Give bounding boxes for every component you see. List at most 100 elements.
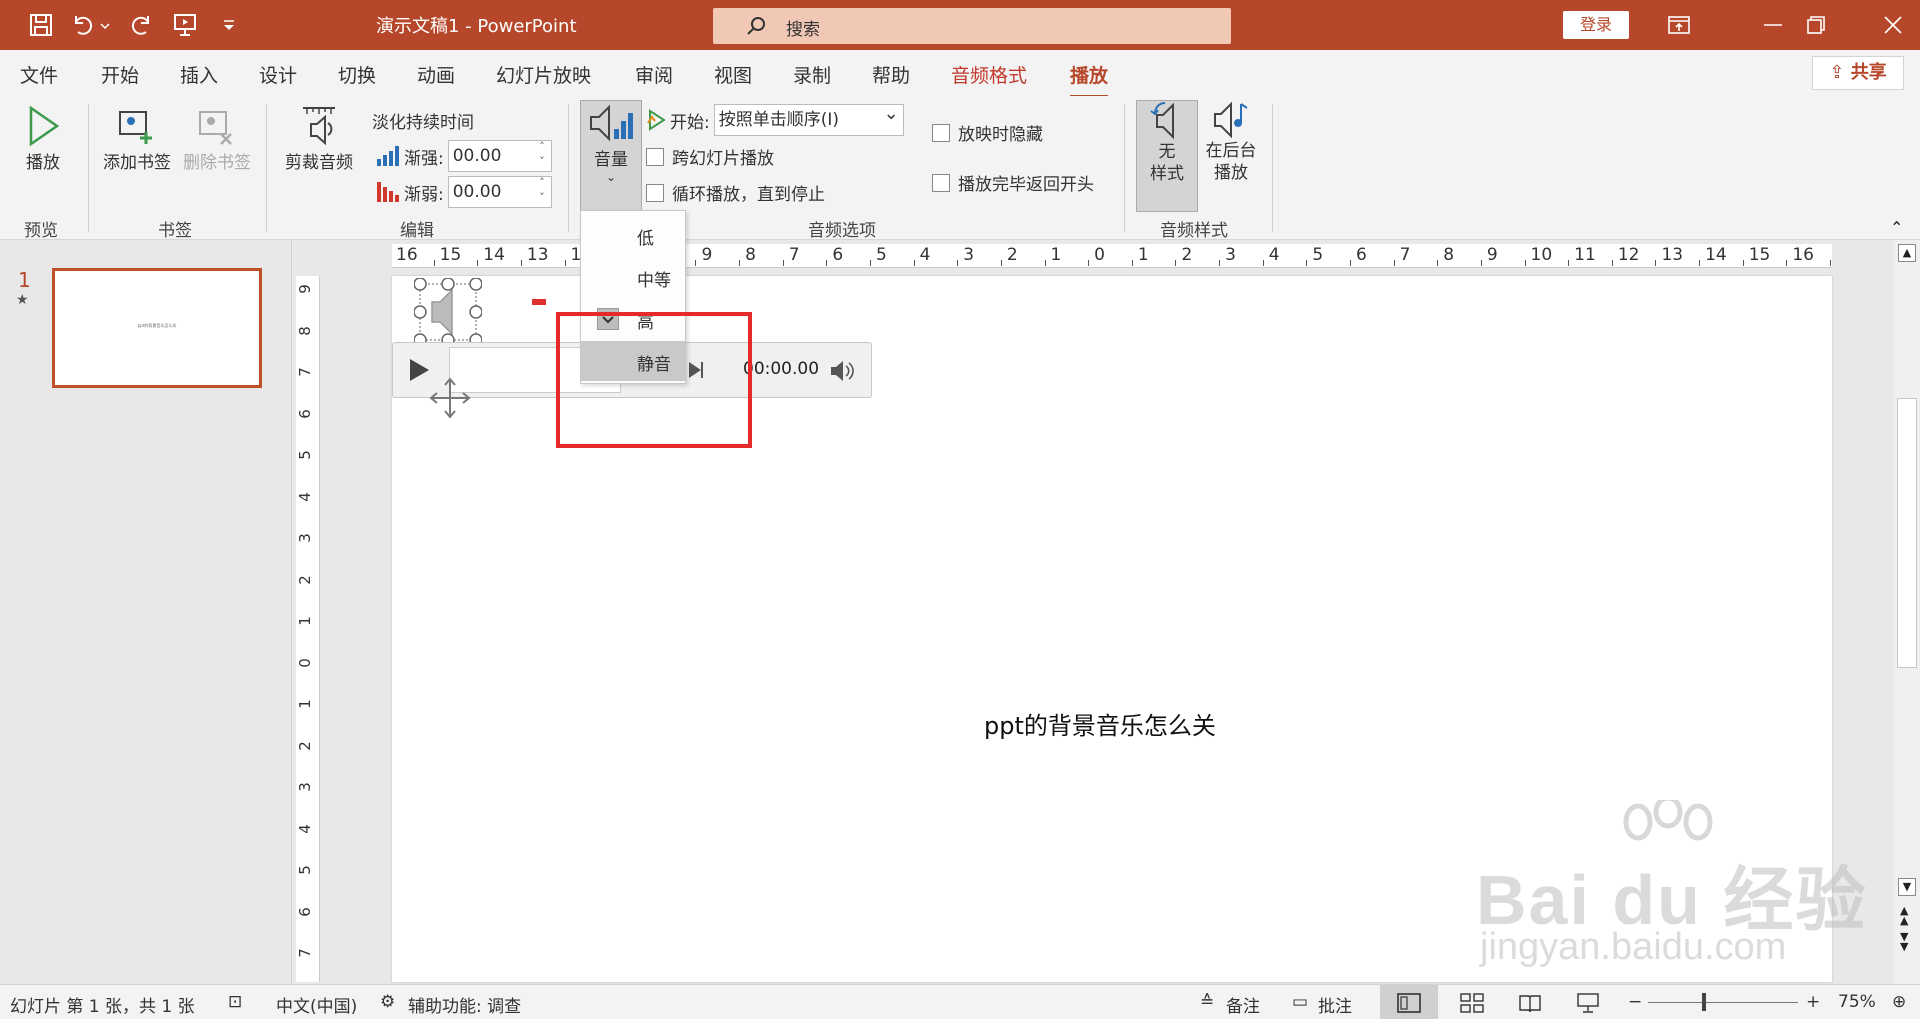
vertical-scrollbar[interactable]: ▲ ▼ ▲ ▲ ▼ ▼ — [1894, 240, 1920, 984]
tab-help[interactable]: 帮助 — [872, 61, 910, 88]
player-volume-icon[interactable] — [829, 359, 855, 383]
language-status[interactable]: 中文(中国) — [276, 992, 357, 1017]
audio-object-icon[interactable] — [414, 278, 482, 346]
ruler-tick-label: 0 — [296, 657, 314, 668]
group-separator — [266, 104, 267, 232]
highlight-annotation-box — [556, 312, 752, 448]
save-icon[interactable] — [28, 12, 54, 38]
zoom-level[interactable]: 75% — [1838, 992, 1876, 1012]
zoom-slider[interactable] — [1648, 1002, 1798, 1003]
rewind-checkbox[interactable] — [932, 173, 950, 192]
notes-icon: ≙ — [1200, 992, 1215, 1012]
restore-icon[interactable] — [1803, 12, 1829, 38]
ruler-tick-label: 16 — [1792, 245, 1814, 265]
tab-transitions[interactable]: 切换 — [338, 61, 376, 88]
hide-during-show-row[interactable]: 放映时隐藏 — [932, 120, 1043, 145]
hide-during-show-checkbox[interactable] — [932, 123, 950, 142]
redo-icon[interactable] — [128, 12, 154, 38]
fade-in-spinner[interactable]: 00.00 — [447, 139, 552, 172]
tab-record[interactable]: 录制 — [793, 61, 831, 88]
start-select[interactable]: 按照单击顺序(I) — [713, 99, 904, 136]
accessibility-status[interactable]: 辅助功能: 调查 — [408, 992, 521, 1017]
collapse-ribbon-icon[interactable]: ⌃ — [1890, 218, 1903, 237]
share-label: 共享 — [1850, 62, 1887, 83]
fit-to-window-icon[interactable]: ⊕ — [1892, 992, 1906, 1012]
scroll-thumb[interactable] — [1897, 398, 1917, 668]
add-bookmark-button[interactable]: 添加书签 — [98, 108, 176, 173]
minimize-icon[interactable] — [1760, 12, 1786, 38]
remove-bookmark-button[interactable]: 删除书签 — [178, 108, 256, 173]
tab-insert[interactable]: 插入 — [180, 61, 218, 88]
tab-review[interactable]: 审阅 — [635, 61, 673, 88]
tab-audio-format[interactable]: 音频格式 — [951, 61, 1027, 88]
share-button[interactable]: ⇪ 共享 — [1812, 56, 1904, 90]
search-box[interactable]: 搜索 — [713, 8, 1231, 44]
vertical-ruler: 9 8 7 6 5 4 3 2 1 0 1 2 3 4 5 6 7 — [296, 276, 320, 982]
loop-row[interactable]: 循环播放，直到停止 — [646, 180, 825, 205]
player-play-icon[interactable] — [407, 357, 431, 383]
rewind-row[interactable]: 播放完毕返回开头 — [932, 170, 1094, 195]
tab-file[interactable]: 文件 — [20, 61, 58, 88]
volume-option-medium-label: 中等 — [637, 271, 671, 291]
cross-slides-row[interactable]: 跨幻灯片播放 — [646, 144, 774, 169]
ruler-tick-label: 14 — [483, 245, 505, 265]
trim-audio-button[interactable]: 剪裁音频 — [280, 102, 358, 173]
ruler-tick-mark — [695, 260, 697, 266]
tab-design[interactable]: 设计 — [259, 61, 297, 88]
fade-out-row: 渐弱: 00.00 — [376, 175, 552, 208]
tab-slideshow[interactable]: 幻灯片放映 — [496, 61, 591, 88]
tab-playback[interactable]: 播放 — [1070, 61, 1109, 98]
ruler-tick-label: 3 — [296, 533, 314, 543]
no-style-label-1: 无 — [1158, 142, 1176, 162]
ruler-tick-mark — [1830, 260, 1831, 266]
ruler-tick-mark — [739, 260, 741, 266]
previous-slide-icon[interactable]: ▲ ▲ — [1900, 905, 1908, 926]
no-style-button[interactable]: 无 样式 — [1136, 100, 1198, 212]
scroll-down-icon[interactable]: ▼ — [1898, 878, 1916, 896]
zoom-slider-thumb[interactable] — [1702, 993, 1706, 1011]
play-in-background-button[interactable]: 在后台 播放 — [1200, 100, 1262, 184]
fade-in-label: 渐强: — [404, 148, 444, 169]
ruler-tick-mark — [782, 260, 784, 266]
slide-info: 幻灯片 第 1 张，共 1 张 — [10, 997, 195, 1017]
spellcheck-icon[interactable]: ⊡ — [228, 992, 242, 1012]
ruler-tick-label: 2 — [296, 741, 314, 751]
cross-slides-checkbox[interactable] — [646, 147, 664, 166]
volume-option-medium[interactable]: 中等 — [581, 257, 685, 297]
slide-sorter-icon[interactable] — [1460, 993, 1484, 1013]
close-icon[interactable] — [1880, 12, 1906, 38]
ruler-tick-mark — [1350, 260, 1351, 266]
tab-view[interactable]: 视图 — [714, 61, 752, 88]
volume-button[interactable]: 音量 ⌄ — [580, 100, 642, 212]
move-handle-icon[interactable] — [429, 377, 471, 419]
ruler-tick-mark — [433, 260, 435, 266]
ribbon-display-icon[interactable] — [1666, 12, 1692, 38]
watermark: Bai du 经验 jingyan.baidu.com — [1470, 800, 1870, 980]
zoom-in-icon[interactable]: + — [1806, 992, 1820, 1012]
search-icon — [747, 17, 765, 35]
reading-view-icon[interactable] — [1518, 993, 1542, 1013]
notes-button[interactable]: 备注 — [1226, 992, 1260, 1017]
present-from-start-icon[interactable] — [172, 12, 198, 38]
fade-out-spinner[interactable]: 00.00 — [447, 175, 552, 208]
normal-view-button[interactable] — [1380, 985, 1438, 1019]
zoom-out-icon[interactable]: − — [1628, 992, 1642, 1012]
ruler-tick-label: 9 — [701, 245, 713, 265]
slide-thumbnail[interactable]: ppt的背景音乐怎么关 — [52, 268, 262, 388]
scroll-up-icon[interactable]: ▲ — [1898, 244, 1916, 262]
undo-dropdown-icon[interactable] — [98, 12, 112, 38]
comments-button[interactable]: 批注 — [1318, 992, 1352, 1017]
play-button[interactable]: 播放 — [16, 104, 70, 173]
loop-checkbox[interactable] — [646, 183, 664, 202]
slideshow-view-icon[interactable] — [1576, 993, 1600, 1013]
undo-icon[interactable] — [70, 12, 96, 38]
login-button[interactable]: 登录 — [1563, 11, 1629, 39]
ribbon: 播放 预览 添加书签 删除书签 书签 剪裁音频 淡化持续时间 渐强: 00.00… — [0, 96, 1920, 241]
tab-animations[interactable]: 动画 — [417, 61, 455, 88]
volume-option-low[interactable]: 低 — [581, 215, 685, 255]
next-slide-icon[interactable]: ▼ ▼ — [1900, 931, 1908, 952]
loop-label: 循环播放，直到停止 — [672, 185, 825, 205]
tab-home[interactable]: 开始 — [101, 61, 139, 88]
slide-text-box[interactable]: ppt的背景音乐怎么关 — [984, 706, 1216, 741]
customize-toolbar-icon[interactable] — [216, 12, 242, 38]
